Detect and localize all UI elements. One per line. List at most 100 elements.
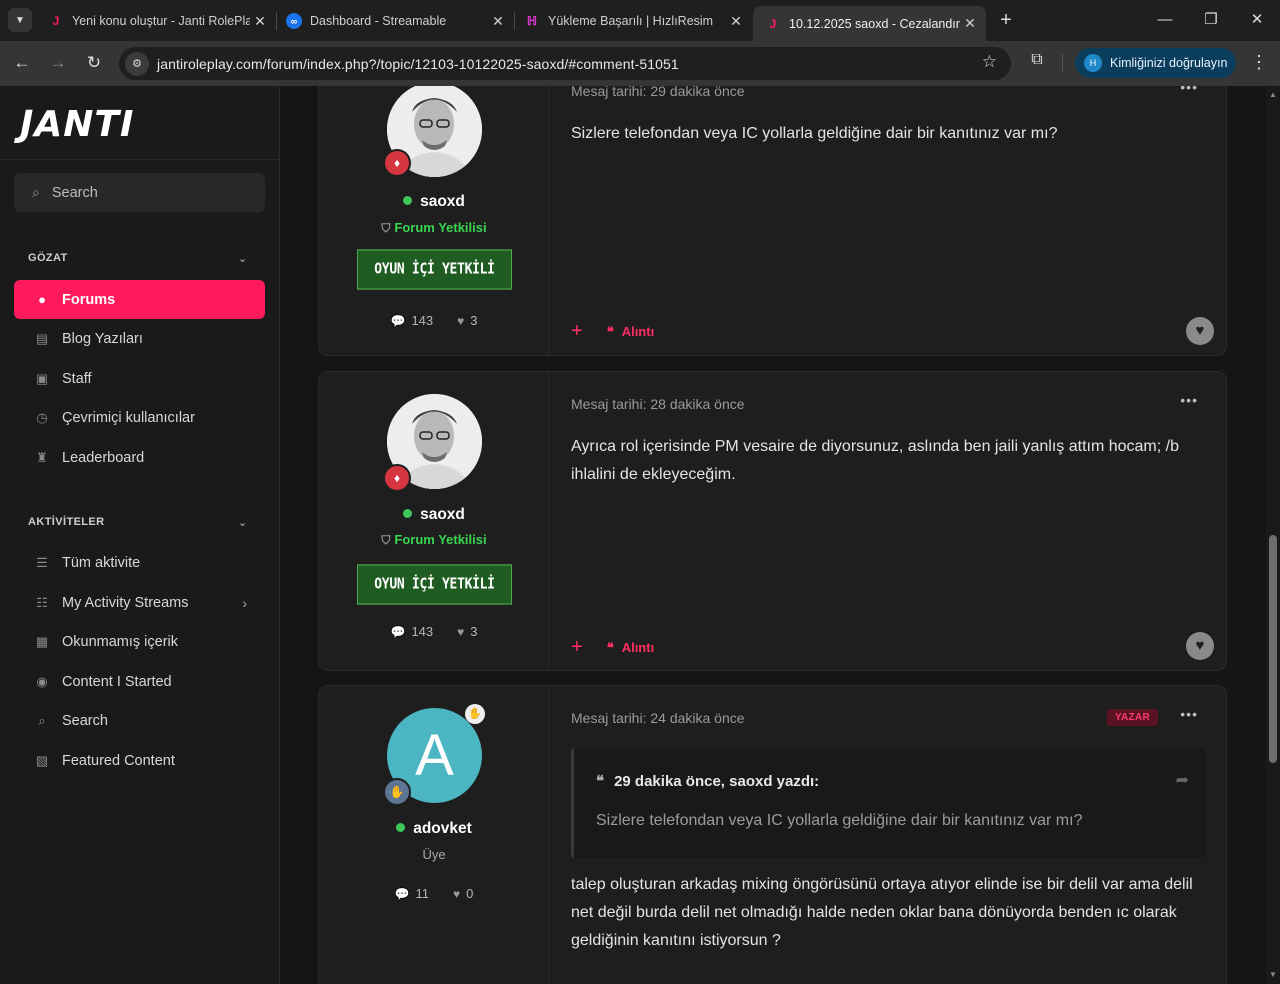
bookmark-star-icon[interactable]: ☆: [982, 52, 997, 72]
heart-icon: ♥: [457, 625, 465, 639]
staff-rank-badge: OYUN İÇİ YETKİLİ: [357, 564, 512, 605]
like-heart-button[interactable]: ♥: [1186, 317, 1214, 345]
address-bar[interactable]: ⚙ jantiroleplay.com/forum/index.php?/top…: [119, 47, 1011, 80]
chevron-down-icon[interactable]: ⌄: [238, 516, 247, 529]
sidebar-item-label: Staff: [62, 370, 92, 387]
sidebar-item-all-activity[interactable]: ☰ Tüm aktivite: [14, 543, 265, 582]
sidebar-item-forums[interactable]: ● Forums: [14, 280, 265, 319]
new-tab-button[interactable]: +: [994, 9, 1018, 33]
close-tab-icon[interactable]: ✕: [250, 13, 270, 30]
sidebar-item-search[interactable]: ⌕ Search: [14, 701, 265, 740]
comment-icon: 💬: [394, 887, 410, 901]
scrollbar-thumb[interactable]: [1269, 535, 1277, 763]
close-tab-icon[interactable]: ✕: [726, 13, 746, 30]
sidebar-item-label: My Activity Streams: [62, 594, 189, 611]
comment-count-text: 143: [411, 313, 434, 328]
sidebar-item-activity-streams[interactable]: ☷ My Activity Streams ›: [14, 583, 265, 622]
quote-button[interactable]: Alıntı: [622, 324, 655, 339]
reload-icon[interactable]: ↻: [82, 51, 106, 75]
search-icon: ⌕: [32, 184, 40, 200]
post-options-icon[interactable]: •••: [1180, 706, 1198, 722]
browser-menu-icon[interactable]: ⋮: [1250, 52, 1268, 73]
comment-count-text: 11: [415, 886, 430, 901]
url-text[interactable]: jantiroleplay.com/forum/index.php?/topic…: [157, 56, 679, 72]
sidebar-item-blog[interactable]: ▤ Blog Yazıları: [14, 319, 265, 358]
tab-title: Yeni konu oluştur - Janti RolePlay: [72, 14, 250, 28]
post-date[interactable]: Mesaj tarihi: 28 dakika önce: [571, 396, 745, 412]
user-circle-icon: ◉: [36, 673, 48, 689]
sidebar-item-content-started[interactable]: ◉ Content I Started: [14, 662, 265, 701]
maximize-button[interactable]: ❐: [1188, 8, 1234, 32]
sidebar-item-leaderboard[interactable]: ♜ Leaderboard: [14, 438, 265, 477]
forum-post: ♦ saoxd ⛉ Forum Yetkilisi OYUN İÇİ YETKİL…: [318, 86, 1227, 356]
comment-count: 💬 143: [390, 624, 433, 639]
like-count-text: 3: [470, 624, 478, 639]
forum-post: ♦ saoxd ⛉ Forum Yetkilisi OYUN İÇİ YETKİL…: [318, 371, 1227, 671]
browser-tab-bar: ▼ J Yeni konu oluştur - Janti RolePlay ✕…: [0, 0, 1280, 41]
post-date[interactable]: Mesaj tarihi: 29 dakika önce: [571, 86, 745, 99]
post-author-name[interactable]: saoxd: [319, 506, 549, 524]
extensions-puzzle-icon[interactable]: ⧉: [1026, 51, 1048, 73]
sidebar-item-label: Featured Content: [62, 752, 175, 769]
close-tab-icon[interactable]: ✕: [488, 13, 508, 30]
browse-section-header[interactable]: GÖZAT: [28, 252, 68, 264]
scroll-up-arrow-icon[interactable]: ▲: [1269, 90, 1277, 99]
share-arrow-icon[interactable]: ➦: [1176, 770, 1189, 790]
browser-tab-4-active[interactable]: J 10.12.2025 saoxd - Cezalandırma ✕: [753, 6, 986, 41]
site-settings-icon[interactable]: ⚙: [125, 51, 149, 76]
online-status-icon: [396, 823, 406, 833]
online-status-icon: [403, 196, 413, 206]
divider: [0, 159, 279, 160]
quoted-post: ❝ 29 dakika önce, saoxd yazdı: ➦ Sizlere …: [571, 748, 1205, 858]
tab-title: Yükleme Başarılı | HızlıResim: [548, 14, 714, 28]
rank-badge-icon: ♦: [383, 149, 411, 177]
sidebar-item-staff[interactable]: ▣ Staff: [14, 359, 265, 398]
role-text: Forum Yetkilisi: [394, 532, 487, 547]
user-role: ⛉ Forum Yetkilisi: [319, 532, 549, 548]
quote-button[interactable]: Alıntı: [622, 640, 655, 655]
author-name-text: saoxd: [420, 506, 465, 523]
sidebar-item-label: Leaderboard: [62, 449, 145, 466]
activity-section-header[interactable]: AKTİVİTELER: [28, 516, 105, 528]
sidebar-item-online-users[interactable]: ◷ Çevrimiçi kullanıcılar: [14, 398, 265, 437]
search-label: Search: [51, 184, 98, 201]
user-stats: 💬 143 ♥ 3: [319, 624, 549, 639]
back-arrow-icon[interactable]: ←: [10, 51, 34, 75]
post-options-icon[interactable]: •••: [1180, 392, 1198, 408]
sidebar-item-label: Search: [62, 712, 108, 729]
minimize-button[interactable]: —: [1142, 8, 1188, 32]
close-window-button[interactable]: ✕: [1234, 8, 1280, 32]
tab-search-dropdown[interactable]: ▼: [8, 8, 32, 32]
quote-icon: ❝: [606, 639, 614, 655]
verify-identity-button[interactable]: H Kimliğinizi doğrulayın: [1075, 48, 1236, 78]
user-stats: 💬 143 ♥ 3: [319, 313, 549, 328]
post-content: talep oluşturan arkadaş mixing öngörüsün…: [571, 876, 1193, 949]
browser-tab-1[interactable]: J Yeni konu oluştur - Janti RolePlay ✕: [36, 6, 276, 36]
sidebar-search-button[interactable]: ⌕ Search: [14, 173, 265, 212]
post-date[interactable]: Mesaj tarihi: 24 dakika önce: [571, 710, 745, 726]
janti-logo[interactable]: JANTI: [20, 104, 134, 145]
post-options-icon[interactable]: •••: [1180, 86, 1198, 95]
heart-icon: ♥: [457, 314, 465, 328]
browser-tab-2[interactable]: ∞ Dashboard - Streamable ✕: [274, 6, 514, 36]
post-author-panel: A ✋ ✋ adovket Üye 💬 11 ♥ 0: [319, 686, 549, 984]
browser-tab-3[interactable]: ℍ Yükleme Başarılı | HızlıResim ✕: [512, 6, 752, 36]
comment-count-text: 143: [411, 624, 434, 639]
post-author-name[interactable]: saoxd: [319, 193, 549, 211]
add-icon[interactable]: +: [571, 320, 583, 343]
post-author-name[interactable]: adovket: [319, 820, 549, 838]
page-scrollbar[interactable]: ▲ ▼: [1266, 86, 1280, 984]
scroll-down-arrow-icon[interactable]: ▼: [1269, 970, 1277, 979]
sidebar-item-unread-content[interactable]: ▦ Okunmamış içerik: [14, 622, 265, 661]
sidebar-item-featured-content[interactable]: ▧ Featured Content: [14, 741, 265, 780]
newspaper-icon: ▦: [35, 633, 49, 649]
sidebar-item-label: Okunmamış içerik: [62, 633, 179, 650]
forward-arrow-icon[interactable]: →: [46, 51, 70, 75]
chevron-down-icon[interactable]: ⌄: [238, 252, 247, 265]
close-tab-icon[interactable]: ✕: [960, 15, 980, 32]
user-role: Üye: [422, 847, 446, 862]
add-icon[interactable]: +: [571, 636, 583, 659]
author-name-text: adovket: [413, 820, 472, 837]
sidebar-item-label: Content I Started: [62, 673, 172, 690]
like-heart-button[interactable]: ♥: [1186, 632, 1214, 660]
